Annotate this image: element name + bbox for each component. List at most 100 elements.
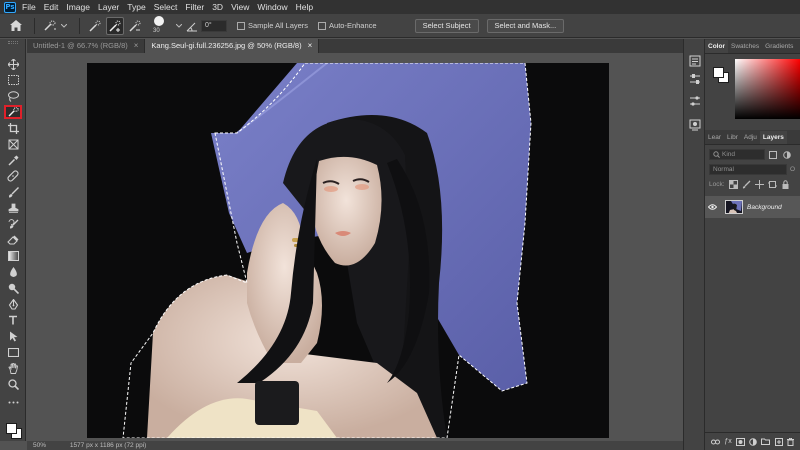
type-tool[interactable] <box>4 313 22 327</box>
hand-tool[interactable] <box>4 361 22 375</box>
document-info[interactable]: 1577 px x 1186 px (72 ppi) <box>70 442 147 449</box>
bandage-icon <box>7 170 19 182</box>
properties-panel-button[interactable] <box>688 73 702 85</box>
search-icon <box>713 151 720 158</box>
tab-learn[interactable]: Lear <box>705 131 724 144</box>
libraries-panel-button[interactable] <box>688 119 702 131</box>
path-selection-tool[interactable] <box>4 329 22 343</box>
home-button[interactable] <box>4 14 28 38</box>
auto-enhance-checkbox[interactable] <box>318 21 327 30</box>
subtract-from-selection-button[interactable] <box>126 17 144 35</box>
zoom-tool[interactable] <box>4 377 22 391</box>
menu-help[interactable]: Help <box>296 0 313 14</box>
filter-toggle-icon[interactable] <box>783 150 791 159</box>
frame-tool[interactable] <box>4 137 22 151</box>
menu-layer[interactable]: Layer <box>98 0 119 14</box>
adjustments-panel-button[interactable] <box>688 95 702 107</box>
blend-mode-select[interactable]: Normal <box>709 164 787 175</box>
menu-view[interactable]: View <box>231 0 249 14</box>
menu-image[interactable]: Image <box>66 0 90 14</box>
tab-swatches[interactable]: Swatches <box>728 40 762 53</box>
lock-move-icon[interactable] <box>754 180 764 189</box>
crop-tool[interactable] <box>4 121 22 135</box>
history-brush-tool[interactable] <box>4 217 22 231</box>
menu-window[interactable]: Window <box>257 0 287 14</box>
add-to-selection-button[interactable] <box>106 16 124 35</box>
layer-filter-input[interactable]: Kind <box>709 149 765 160</box>
menu-file[interactable]: File <box>22 0 36 14</box>
layer-effects-icon[interactable]: ƒx <box>724 438 731 445</box>
chevron-down-icon[interactable] <box>176 23 182 28</box>
marquee-tool[interactable] <box>4 73 22 87</box>
photo-image <box>87 63 609 438</box>
eraser-tool[interactable] <box>4 233 22 247</box>
foreground-background-colors[interactable] <box>4 421 24 441</box>
layer-row-background[interactable]: Background <box>705 196 800 218</box>
trash-icon[interactable] <box>786 437 794 446</box>
pen-tool[interactable] <box>4 297 22 311</box>
menu-filter[interactable]: Filter <box>185 0 204 14</box>
auto-enhance-label: Auto-Enhance <box>329 21 377 30</box>
select-and-mask-button[interactable]: Select and Mask... <box>486 18 565 33</box>
angle-input[interactable]: 0° <box>201 19 227 32</box>
tab-libraries[interactable]: Libr <box>724 131 741 144</box>
edit-toolbar-button[interactable] <box>4 395 22 409</box>
add-mask-icon[interactable] <box>735 437 745 446</box>
foreground-color-swatch[interactable] <box>6 423 17 434</box>
layer-filter-kind: Kind <box>722 151 736 158</box>
pen-icon <box>8 298 18 310</box>
tab-color[interactable]: Color <box>705 40 728 53</box>
lock-artboard-icon[interactable] <box>767 180 777 189</box>
chevron-down-icon[interactable] <box>61 23 67 28</box>
opacity-label: O <box>790 166 796 173</box>
close-icon[interactable]: × <box>308 39 313 53</box>
menu-3d[interactable]: 3D <box>212 0 223 14</box>
layer-visibility-toggle[interactable] <box>705 204 719 210</box>
close-icon[interactable]: × <box>134 39 139 53</box>
gradient-tool[interactable] <box>4 249 22 263</box>
zoom-level[interactable]: 50% <box>33 442 46 449</box>
blur-tool[interactable] <box>4 265 22 279</box>
tab-adjustments[interactable]: Adju <box>741 131 760 144</box>
rectangle-icon <box>7 347 19 357</box>
move-tool[interactable] <box>4 57 22 71</box>
new-selection-button[interactable] <box>86 17 104 35</box>
document-tab-untitled[interactable]: Untitled-1 @ 66.7% (RGB/8) × <box>27 39 146 53</box>
tab-gradients[interactable]: Gradients <box>762 40 796 53</box>
healing-brush-tool[interactable] <box>4 169 22 183</box>
eyedropper-tool[interactable] <box>4 153 22 167</box>
link-layers-icon[interactable] <box>711 439 721 445</box>
panel-icon-strip <box>683 39 705 450</box>
select-subject-button[interactable]: Select Subject <box>414 18 479 33</box>
quick-selection-tool[interactable] <box>4 105 22 119</box>
menu-type[interactable]: Type <box>127 0 145 14</box>
history-panel-button[interactable] <box>688 55 702 67</box>
lock-all-icon[interactable] <box>781 180 790 189</box>
canvas-area[interactable] <box>27 53 683 441</box>
history-icon <box>689 55 701 67</box>
rectangle-tool[interactable] <box>4 345 22 359</box>
menu-select[interactable]: Select <box>154 0 178 14</box>
new-group-icon[interactable] <box>761 438 771 445</box>
pixel-filter-icon[interactable] <box>769 150 777 159</box>
lock-transparent-icon[interactable] <box>728 180 738 189</box>
tool-preset-picker[interactable] <box>41 17 59 35</box>
tab-layers[interactable]: Layers <box>759 131 787 144</box>
menu-edit[interactable]: Edit <box>44 0 59 14</box>
document-canvas[interactable] <box>87 63 609 438</box>
color-picker-field[interactable] <box>735 59 800 119</box>
brush-tool[interactable] <box>4 185 22 199</box>
lasso-tool[interactable] <box>4 89 22 103</box>
dodge-tool[interactable] <box>4 281 22 295</box>
brush-size-picker[interactable]: 30 <box>150 15 172 37</box>
document-tab-photo[interactable]: Kang.Seul-gi.full.236256.jpg @ 50% (RGB/… <box>145 39 320 53</box>
sample-all-layers-checkbox[interactable] <box>237 21 245 30</box>
color-panel-foreground-swatch[interactable] <box>713 67 724 78</box>
panel-grip[interactable] <box>8 41 18 44</box>
new-layer-icon[interactable] <box>774 437 783 446</box>
adjustment-layer-icon[interactable] <box>749 437 757 446</box>
layers-panel-footer: ƒx <box>705 432 800 450</box>
lock-brush-icon[interactable] <box>742 180 751 189</box>
clone-stamp-tool[interactable] <box>4 201 22 215</box>
eyedropper-icon <box>7 155 18 166</box>
